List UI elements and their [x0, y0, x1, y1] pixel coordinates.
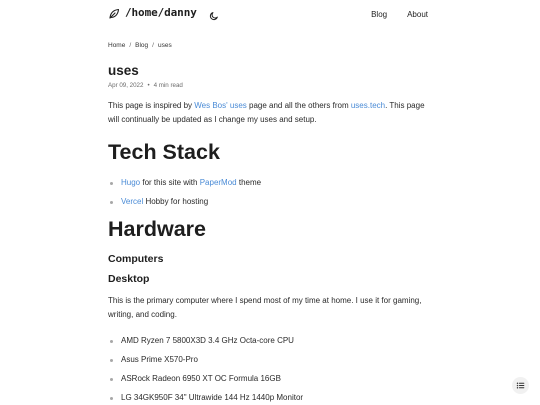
hardware-item-link[interactable]: ASRock Radeon 6950 XT OC Formula 16GB	[108, 374, 432, 384]
site-title[interactable]: /home/danny	[125, 6, 197, 19]
breadcrumb-blog[interactable]: Blog	[135, 42, 148, 49]
post-date: Apr 09, 2022	[108, 82, 144, 89]
read-time: 4 min read	[153, 82, 183, 89]
meta-separator: •	[147, 82, 150, 89]
vercel-link[interactable]: Vercel	[121, 197, 143, 206]
wes-bos-link[interactable]: Wes Bos' uses	[194, 101, 247, 110]
papermod-link[interactable]: PaperMod	[200, 178, 237, 187]
breadcrumb-separator: /	[129, 42, 132, 49]
site-header: /home/danny Blog About	[0, 0, 540, 30]
leaf-icon	[108, 7, 120, 19]
hardware-item-link[interactable]: LG 34GK950F 34" Ultrawide 144 Hz 1440p M…	[108, 393, 432, 403]
nav-about[interactable]: About	[407, 10, 428, 19]
site-logo[interactable]: /home/danny	[108, 6, 219, 20]
intro-text: page and all the others from	[246, 101, 351, 110]
uses-tech-link[interactable]: uses.tech	[351, 101, 385, 110]
desktop-heading: Desktop	[108, 273, 150, 285]
breadcrumb-current[interactable]: uses	[158, 42, 172, 49]
breadcrumb: Home / Blog / uses	[108, 42, 432, 49]
hardware-item-link[interactable]: AMD Ryzen 7 5800X3D 3.4 GHz Octa-core CP…	[108, 336, 432, 346]
main-nav: Blog About	[371, 10, 428, 19]
toc-button[interactable]	[512, 377, 529, 394]
list-item-text: for this site with	[140, 178, 200, 187]
desktop-description: This is the primary computer where I spe…	[108, 296, 422, 319]
computers-heading: Computers	[108, 253, 164, 265]
breadcrumb-home[interactable]: Home	[108, 42, 125, 49]
post-content: Home / Blog / uses uses Apr 09, 2022 • 4…	[108, 42, 432, 405]
hardware-heading: Hardware	[108, 217, 206, 241]
list-item: Vercel Hobby for hosting	[108, 197, 432, 207]
hardware-item-link[interactable]: Asus Prime X570-Pro	[108, 355, 432, 365]
list-item: Hugo for this site with PaperMod theme	[108, 178, 432, 188]
page-title: uses	[108, 63, 139, 78]
moon-icon[interactable]	[209, 8, 219, 20]
hardware-list: AMD Ryzen 7 5800X3D 3.4 GHz Octa-core CP…	[108, 336, 432, 403]
intro-paragraph: This page is inspired by Wes Bos' uses p…	[108, 99, 432, 127]
tech-stack-heading: Tech Stack	[108, 140, 220, 164]
list-icon	[516, 377, 525, 395]
hugo-link[interactable]: Hugo	[121, 178, 140, 187]
nav-blog[interactable]: Blog	[371, 10, 387, 19]
post-meta: Apr 09, 2022 • 4 min read	[108, 82, 432, 89]
list-item-text: Hobby for hosting	[143, 197, 209, 206]
intro-text: This page is inspired by	[108, 101, 195, 110]
list-item-text: theme	[236, 178, 262, 187]
tech-stack-list: Hugo for this site with PaperMod theme V…	[108, 178, 432, 207]
breadcrumb-separator: /	[152, 42, 154, 49]
